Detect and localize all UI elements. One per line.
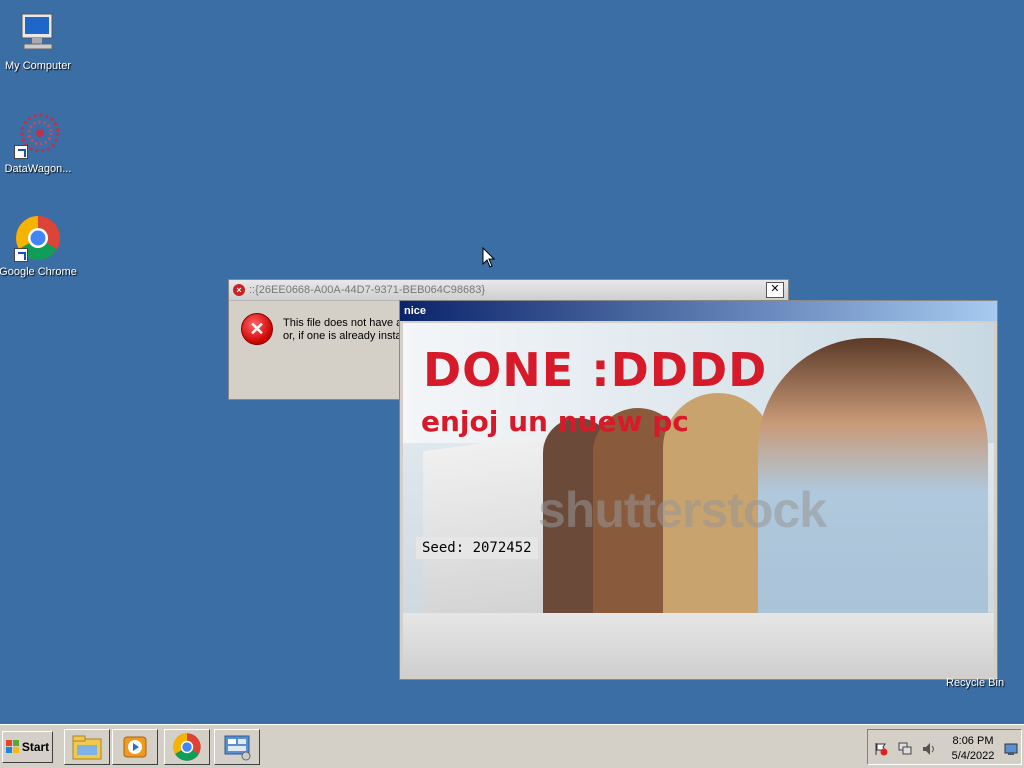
taskbar-chrome-button[interactable] xyxy=(164,729,210,765)
headline-text: DONE :DDDD xyxy=(423,343,768,397)
desktop-icon-label: My Computer xyxy=(4,60,72,72)
error-message: This file does not have a or, if one is … xyxy=(283,317,402,343)
subline-text: enjoj un nuew pc xyxy=(421,405,689,438)
chrome-icon xyxy=(14,214,62,262)
system-tray: 8:06 PM 5/4/2022 xyxy=(867,729,1022,765)
desktop-icon-my-computer[interactable]: My Computer xyxy=(0,8,78,72)
desktop-icon-label: DataWagon... xyxy=(4,163,72,175)
desktop-icon-label: Google Chrome xyxy=(0,266,77,278)
clock-time: 8:06 PM xyxy=(952,735,994,747)
desk-shape xyxy=(403,613,994,676)
error-dialog-titlebar[interactable]: × ::{26EE0668-A00A-44D7-9371-BEB064C9868… xyxy=(229,280,788,301)
explorer-icon xyxy=(72,735,102,760)
error-dialog-title: ::{26EE0668-A00A-44D7-9371-BEB064C98683} xyxy=(249,284,486,296)
watermark-text: shutterstock xyxy=(538,482,827,538)
taskbar-server-manager-button[interactable] xyxy=(214,729,260,765)
close-button[interactable]: ✕ xyxy=(766,282,784,298)
desktop-icon-datawagon[interactable]: DataWagon... xyxy=(0,111,78,175)
clock-date: 5/4/2022 xyxy=(951,750,995,762)
taskbar: Start 8:06 PM 5/4/2022 xyxy=(0,724,1024,768)
clock[interactable]: 8:06 PM 5/4/2022 xyxy=(943,734,1003,764)
error-icon: ✕ xyxy=(241,313,273,345)
nice-window[interactable]: nice shutterstock DONE :DDDD enjoj un nu… xyxy=(399,300,998,680)
start-label: Start xyxy=(21,740,50,754)
error-small-icon: × xyxy=(233,284,245,296)
mouse-cursor-icon xyxy=(482,247,496,268)
recycle-bin-label[interactable]: Recycle Bin xyxy=(946,677,1004,689)
computer-icon xyxy=(14,8,62,56)
windows-logo-icon xyxy=(5,740,20,754)
error-message-line-1: This file does not have a xyxy=(283,317,403,329)
shortcut-arrow-icon xyxy=(14,145,28,159)
network-icon[interactable] xyxy=(898,742,912,756)
chrome-icon xyxy=(173,733,201,761)
error-message-line-2: or, if one is already insta xyxy=(283,330,402,342)
nice-window-image: shutterstock DONE :DDDD enjoj un nuew pc… xyxy=(403,323,994,676)
action-center-flag-icon[interactable] xyxy=(874,742,888,756)
taskbar-explorer-button[interactable] xyxy=(64,729,110,765)
datawagon-icon xyxy=(14,111,62,159)
desktop-icon-google-chrome[interactable]: Google Chrome xyxy=(0,214,78,278)
show-desktop-icon[interactable] xyxy=(1004,742,1018,756)
nice-window-titlebar[interactable]: nice xyxy=(400,301,997,321)
nice-window-title: nice xyxy=(404,305,427,317)
volume-icon[interactable] xyxy=(922,742,936,756)
start-button[interactable]: Start xyxy=(2,731,53,763)
server-manager-icon xyxy=(224,735,251,761)
taskbar-media-player-button[interactable] xyxy=(112,729,158,765)
media-player-icon xyxy=(123,736,147,758)
shortcut-arrow-icon xyxy=(14,248,28,262)
seed-label: Seed: 2072452 xyxy=(416,537,538,559)
